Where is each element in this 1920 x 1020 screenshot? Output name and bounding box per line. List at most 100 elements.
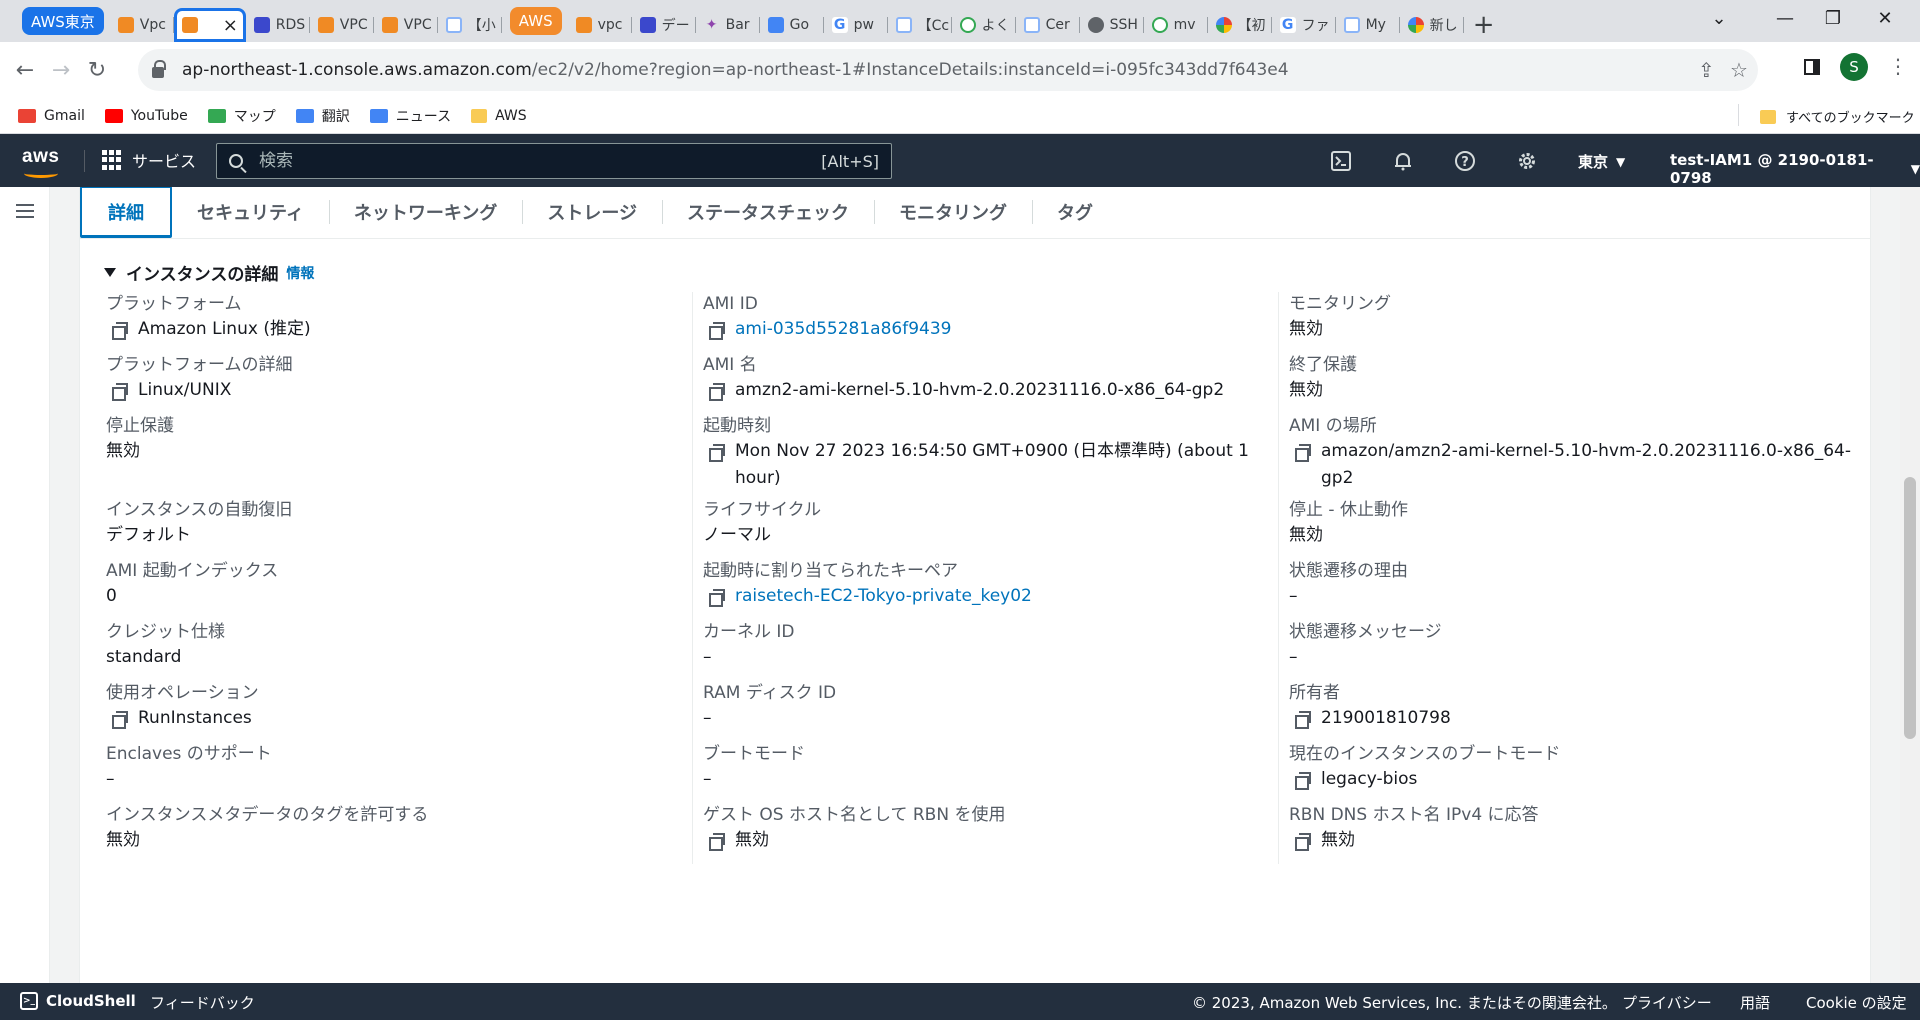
tab-detail-0[interactable]: 詳細 (80, 187, 172, 238)
caret-down-icon[interactable] (104, 268, 116, 277)
browser-tab[interactable]: VPC (310, 8, 374, 42)
copy-icon[interactable] (1295, 711, 1311, 729)
page-scrollbar[interactable] (1900, 187, 1920, 983)
search-input[interactable] (259, 151, 779, 171)
bookmark-star-icon[interactable]: ☆ (1730, 58, 1748, 82)
bookmark-item[interactable]: YouTube (104, 108, 188, 124)
lock-icon[interactable] (152, 59, 166, 78)
tab-detail-2[interactable]: ネットワーキング (328, 187, 522, 238)
browser-tab[interactable]: × (173, 8, 246, 42)
field-value[interactable]: ami-035d55281a86f9439 (703, 316, 1278, 343)
copy-icon[interactable] (709, 322, 725, 340)
bookmark-item[interactable]: マップ (207, 106, 276, 126)
browser-tab[interactable]: SSH (1080, 8, 1144, 42)
bookmark-label: マップ (233, 108, 276, 125)
browser-tab[interactable]: Go (760, 8, 824, 42)
bookmark-item[interactable]: AWS (471, 108, 527, 124)
notifications-bell-icon[interactable] (1390, 148, 1416, 174)
field-label: RAM ディスク ID (703, 683, 837, 703)
value-link[interactable]: ami-035d55281a86f9439 (735, 316, 1278, 343)
browser-tab[interactable]: 【初 (1208, 8, 1272, 42)
tab-group-chip[interactable]: AWS東京 (22, 7, 104, 35)
tab-detail-5[interactable]: モニタリング (874, 187, 1032, 238)
field-value: Mon Nov 27 2023 16:54:50 GMT+0900 (日本標準時… (703, 438, 1278, 492)
cloudshell-icon[interactable] (1328, 148, 1354, 174)
copy-icon[interactable] (1295, 772, 1311, 790)
all-bookmarks-button[interactable]: すべてのブックマーク (1738, 104, 1915, 126)
copy-icon[interactable] (709, 589, 725, 607)
new-tab-button[interactable]: + (1464, 8, 1504, 42)
browser-tab[interactable]: RDS (246, 8, 310, 42)
tab-group-chip[interactable]: AWS (509, 7, 562, 35)
region-selector[interactable]: 東京 ▼ (1578, 151, 1625, 172)
url-text[interactable]: ap-northeast-1.console.aws.amazon.com/ec… (182, 60, 1289, 80)
maximize-button[interactable]: ❐ (1810, 0, 1856, 36)
profile-avatar[interactable]: S (1840, 53, 1868, 81)
bookmark-item[interactable]: Gmail (18, 108, 85, 124)
copy-icon[interactable] (709, 383, 725, 401)
field-label: 所有者 (1289, 683, 1340, 703)
browser-tab[interactable]: デー (632, 8, 696, 42)
copy-icon[interactable] (112, 322, 128, 340)
copy-icon[interactable] (1295, 833, 1311, 851)
info-link[interactable]: 情報 (286, 263, 314, 283)
browser-tab[interactable]: Gpw (824, 8, 888, 42)
tab-detail-6[interactable]: タグ (1032, 187, 1118, 238)
browser-tab[interactable]: VPC (374, 8, 438, 42)
value-link[interactable]: raisetech-EC2-Tokyo-private_key02 (735, 583, 1278, 610)
browser-tab[interactable]: Cer (1016, 8, 1080, 42)
cookie-settings-link[interactable]: Cookie の設定 (1806, 992, 1907, 1013)
address-bar[interactable]: ap-northeast-1.console.aws.amazon.com/ec… (138, 49, 1758, 91)
field-value: 無効 (1289, 522, 1864, 549)
value-text: 無効 (1321, 830, 1355, 850)
browser-tab-title: デー (661, 18, 690, 34)
tab-search-chevron-icon[interactable]: ⌄ (1696, 0, 1742, 36)
close-window-button[interactable]: ✕ (1862, 0, 1908, 36)
terms-link[interactable]: 用語 (1740, 992, 1770, 1013)
bookmark-item[interactable]: ニュース (369, 106, 451, 126)
account-menu[interactable]: test-IAM1 @ 2190-0181-0798 ▼ (1670, 151, 1920, 187)
field-value[interactable]: raisetech-EC2-Tokyo-private_key02 (703, 583, 1278, 610)
browser-tab[interactable]: My (1336, 8, 1400, 42)
browser-tab[interactable]: 【小 (438, 8, 502, 42)
forward-button[interactable]: → (44, 53, 78, 87)
services-menu-button[interactable]: サービス (102, 148, 196, 172)
instance-details-section-header[interactable]: インスタンスの詳細 情報 (104, 260, 314, 285)
copy-icon[interactable] (1295, 444, 1311, 462)
copy-icon[interactable] (112, 711, 128, 729)
tab-detail-1[interactable]: セキュリティ (172, 187, 329, 238)
browser-tab[interactable]: 新し (1400, 8, 1464, 42)
bookmark-item[interactable]: 翻訳 (295, 106, 350, 126)
hamburger-menu-icon[interactable] (16, 204, 34, 218)
close-tab-icon[interactable]: × (223, 15, 238, 36)
browser-tab[interactable]: ✦ Bar (696, 8, 760, 42)
value-text: – (1289, 647, 1298, 667)
back-button[interactable]: ← (8, 53, 42, 87)
settings-gear-icon[interactable] (1514, 148, 1540, 174)
copy-icon[interactable] (112, 383, 128, 401)
share-icon[interactable]: ⇪ (1698, 58, 1715, 82)
minimize-button[interactable]: — (1762, 0, 1808, 36)
browser-tab[interactable]: G ファ (1272, 8, 1336, 42)
tab-detail-4[interactable]: ステータスチェック (662, 187, 874, 238)
browser-tab[interactable]: Vpc (110, 8, 174, 42)
browser-tab[interactable]: 【Cc (888, 8, 952, 42)
copy-icon[interactable] (709, 444, 725, 462)
feedback-link[interactable]: フィードバック (150, 992, 255, 1013)
copy-icon[interactable] (709, 833, 725, 851)
browser-tab[interactable]: よく (952, 8, 1016, 42)
aws-logo[interactable]: aws (22, 146, 59, 178)
detail-field: インスタンスの自動復旧 デフォルト (106, 498, 692, 559)
browser-tab[interactable]: mv (1144, 8, 1208, 42)
cloudshell-button[interactable]: >_ CloudShell (20, 992, 136, 1010)
browser-tab[interactable]: vpc (568, 8, 632, 42)
help-icon[interactable]: ? (1452, 148, 1478, 174)
browser-menu-icon[interactable]: ⋮ (1888, 54, 1908, 78)
scrollbar-thumb[interactable] (1904, 477, 1916, 739)
field-label: 状態遷移の理由 (1289, 561, 1408, 581)
tab-detail-3[interactable]: ストレージ (522, 187, 662, 238)
reload-button[interactable]: ↻ (80, 53, 114, 87)
aws-search-box[interactable]: [Alt+S] (216, 143, 892, 179)
privacy-link[interactable]: プライバシー (1622, 992, 1712, 1013)
side-panel-icon[interactable] (1804, 59, 1820, 75)
